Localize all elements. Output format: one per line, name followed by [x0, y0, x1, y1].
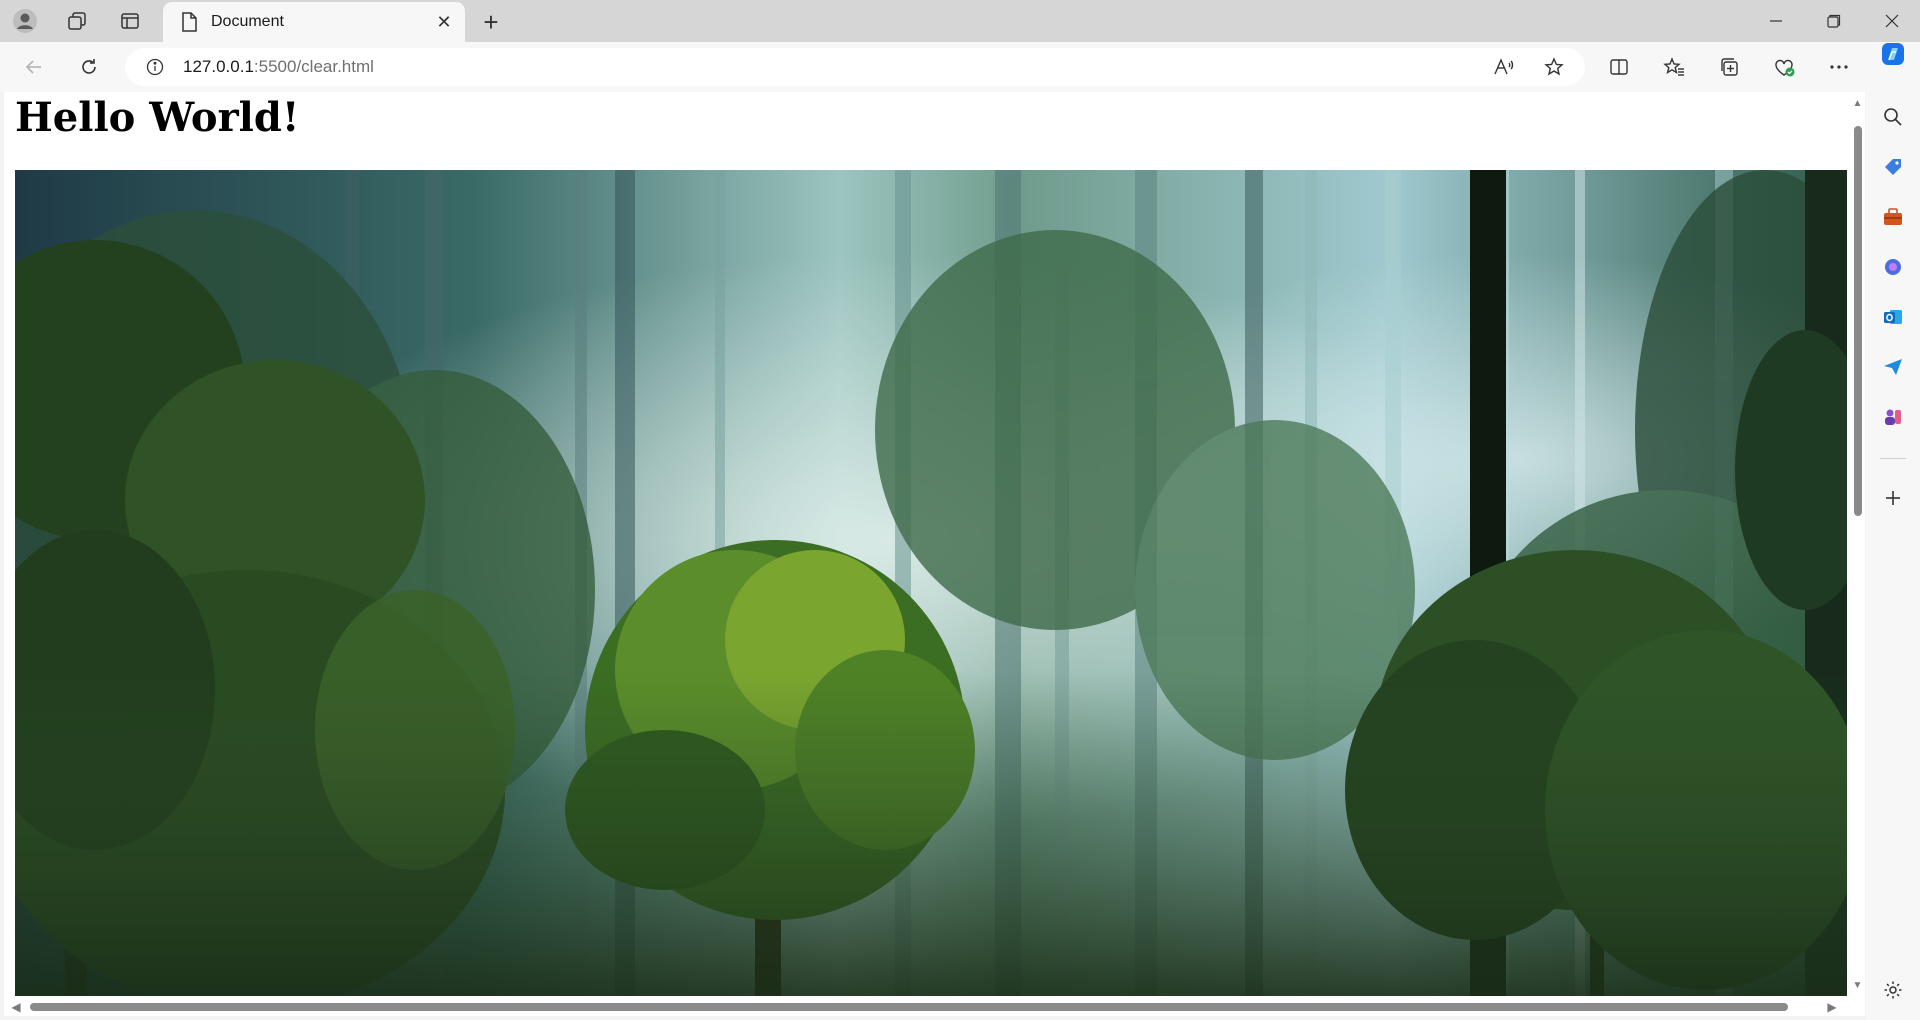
title-bar: Document ✕ +	[0, 0, 1920, 42]
navigation-toolbar: 127.0.0.1:5500/clear.html	[0, 42, 1920, 92]
tab-document[interactable]: Document ✕	[163, 2, 465, 42]
scroll-up-arrow-icon[interactable]: ▲	[1852, 98, 1863, 109]
url-host: 127.0.0.1	[183, 57, 254, 76]
read-aloud-icon[interactable]	[1488, 51, 1520, 83]
back-button[interactable]	[18, 51, 50, 83]
favorites-icon[interactable]	[1658, 51, 1690, 83]
copilot-circle-icon[interactable]	[1877, 251, 1909, 283]
sidebar-divider	[1880, 458, 1906, 459]
scroll-right-arrow-icon[interactable]: ▶	[1826, 1001, 1838, 1013]
more-options-icon[interactable]	[1823, 51, 1855, 83]
close-tab-icon[interactable]: ✕	[429, 7, 459, 37]
tab-title: Document	[211, 13, 284, 30]
url-text[interactable]: 127.0.0.1:5500/clear.html	[183, 57, 374, 77]
vertical-scrollbar[interactable]: ▲ ▼	[1850, 92, 1865, 998]
add-icon[interactable]	[1877, 482, 1909, 514]
games-icon[interactable]	[1877, 401, 1909, 433]
refresh-button[interactable]	[73, 51, 105, 83]
new-tab-button[interactable]: +	[475, 6, 507, 38]
restore-button[interactable]	[1806, 0, 1862, 42]
workspaces-icon[interactable]	[62, 6, 92, 36]
forest-image	[15, 170, 1847, 996]
minimize-button[interactable]	[1748, 0, 1804, 42]
search-icon[interactable]	[1877, 101, 1909, 133]
page-heading: Hello World!	[15, 94, 300, 141]
scroll-down-arrow-icon[interactable]: ▼	[1852, 980, 1863, 991]
document-icon	[179, 12, 199, 32]
vertical-scroll-thumb[interactable]	[1854, 126, 1862, 516]
tag-icon[interactable]	[1877, 151, 1909, 183]
edge-sidebar	[1866, 42, 1920, 1020]
horizontal-scroll-thumb[interactable]	[30, 1003, 1788, 1011]
toolbox-icon[interactable]	[1877, 201, 1909, 233]
profile-icon[interactable]	[10, 6, 40, 36]
tab-actions-icon[interactable]	[115, 6, 145, 36]
outlook-icon[interactable]	[1877, 301, 1909, 333]
favorite-star-icon[interactable]	[1538, 51, 1570, 83]
collections-icon[interactable]	[1713, 51, 1745, 83]
url-path: :5500/clear.html	[253, 57, 374, 76]
horizontal-scrollbar[interactable]: ◀ ▶	[4, 998, 1850, 1016]
browser-essentials-icon[interactable]	[1768, 51, 1800, 83]
address-bar[interactable]: 127.0.0.1:5500/clear.html	[125, 48, 1585, 86]
send-icon[interactable]	[1877, 351, 1909, 383]
split-screen-icon[interactable]	[1603, 51, 1635, 83]
scroll-left-arrow-icon[interactable]: ◀	[10, 1001, 22, 1013]
settings-icon[interactable]	[1877, 974, 1909, 1006]
close-window-button[interactable]	[1864, 0, 1920, 42]
copilot-icon[interactable]	[1877, 38, 1909, 70]
site-info-icon[interactable]	[145, 57, 165, 77]
page-viewport: Hello World! ▲ ▼ ◀ ▶	[4, 92, 1865, 1016]
